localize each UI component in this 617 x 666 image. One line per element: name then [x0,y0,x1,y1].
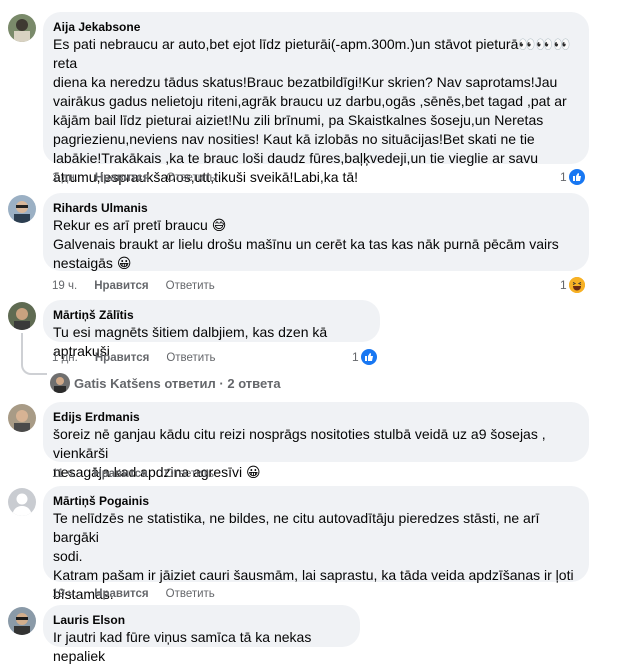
comment-actions: 19 ч. Нравится Ответить [52,279,232,293]
comment-actions: 11 ч. Нравится Ответить [52,467,231,481]
avatar [50,373,70,393]
comment-text: Rekur es arī pretī braucu 😅 Galvenais br… [53,217,559,271]
reaction-count[interactable]: 1 [560,277,585,293]
comment-author[interactable]: Rihards Ulmanis [53,200,577,216]
like-button[interactable]: Нравится [95,351,149,365]
like-button[interactable]: Нравится [94,279,148,293]
comment-bubble: Aija Jekabsone Es pati nebraucu ar auto,… [43,12,589,185]
avatar[interactable] [8,404,36,432]
like-icon [360,349,377,365]
avatar[interactable] [8,14,36,42]
comment-author[interactable]: Mārtiņš Zālītis [53,307,368,323]
comment-time[interactable]: 1 дн. [52,171,78,185]
thread-line [21,333,47,375]
comment-text: Es pati nebraucu ar auto,bet ejot līdz p… [53,36,571,185]
replies-summary: Gatis Katšens ответил · 2 ответа [74,375,281,391]
comment-author[interactable]: Lauris Elson [53,612,348,628]
comment-author[interactable]: Mārtiņš Pogainis [53,493,577,509]
avatar[interactable] [8,302,36,330]
comment-time[interactable]: 19 ч. [52,587,77,601]
comment-bubble: Edijs Erdmanis šoreiz nē ganjau kādu cit… [43,402,589,480]
view-replies-link[interactable]: Gatis Katšens ответил · 2 ответа [50,373,281,393]
reaction-count[interactable]: 1 [352,349,377,365]
reply-button[interactable]: Ответить [166,587,215,601]
like-button[interactable]: Нравится [93,467,147,481]
reply-button[interactable]: Ответить [165,467,214,481]
comment-time[interactable]: 1 дн. [52,351,78,365]
like-button[interactable]: Нравится [94,587,148,601]
comment-actions: 19 ч. Нравится Ответить [52,587,232,601]
comment-actions: 1 дн. Нравится Ответить [52,171,232,185]
reply-button[interactable]: Ответить [166,351,215,365]
avatar[interactable] [8,488,36,516]
comment-bubble: Lauris Elson Ir jautri kad fūre viņus sa… [43,605,360,664]
comment-time[interactable]: 11 ч. [52,467,76,481]
reaction-count[interactable]: 1 [560,169,585,185]
reply-button[interactable]: Ответить [166,279,215,293]
haha-icon [568,277,585,293]
like-button[interactable]: Нравится [95,171,149,185]
comment-actions: 1 дн. Нравится Ответить [52,351,232,365]
comment-author[interactable]: Edijs Erdmanis [53,409,577,425]
comment-bubble: Mārtiņš Pogainis Te nelīdzēs ne statisti… [43,486,589,602]
comment-time[interactable]: 19 ч. [52,279,77,293]
reply-button[interactable]: Ответить [166,171,215,185]
avatar[interactable] [8,607,36,635]
comment-bubble: Mārtiņš Zālītis Tu esi magnēts šitiem da… [43,300,380,359]
comment-author[interactable]: Aija Jekabsone [53,19,577,35]
comment-bubble: Rihards Ulmanis Rekur es arī pretī brauc… [43,193,589,271]
avatar[interactable] [8,195,36,223]
like-icon [568,169,585,185]
comment-text: Ir jautri kad fūre viņus samīca tā ka ne… [53,629,312,664]
